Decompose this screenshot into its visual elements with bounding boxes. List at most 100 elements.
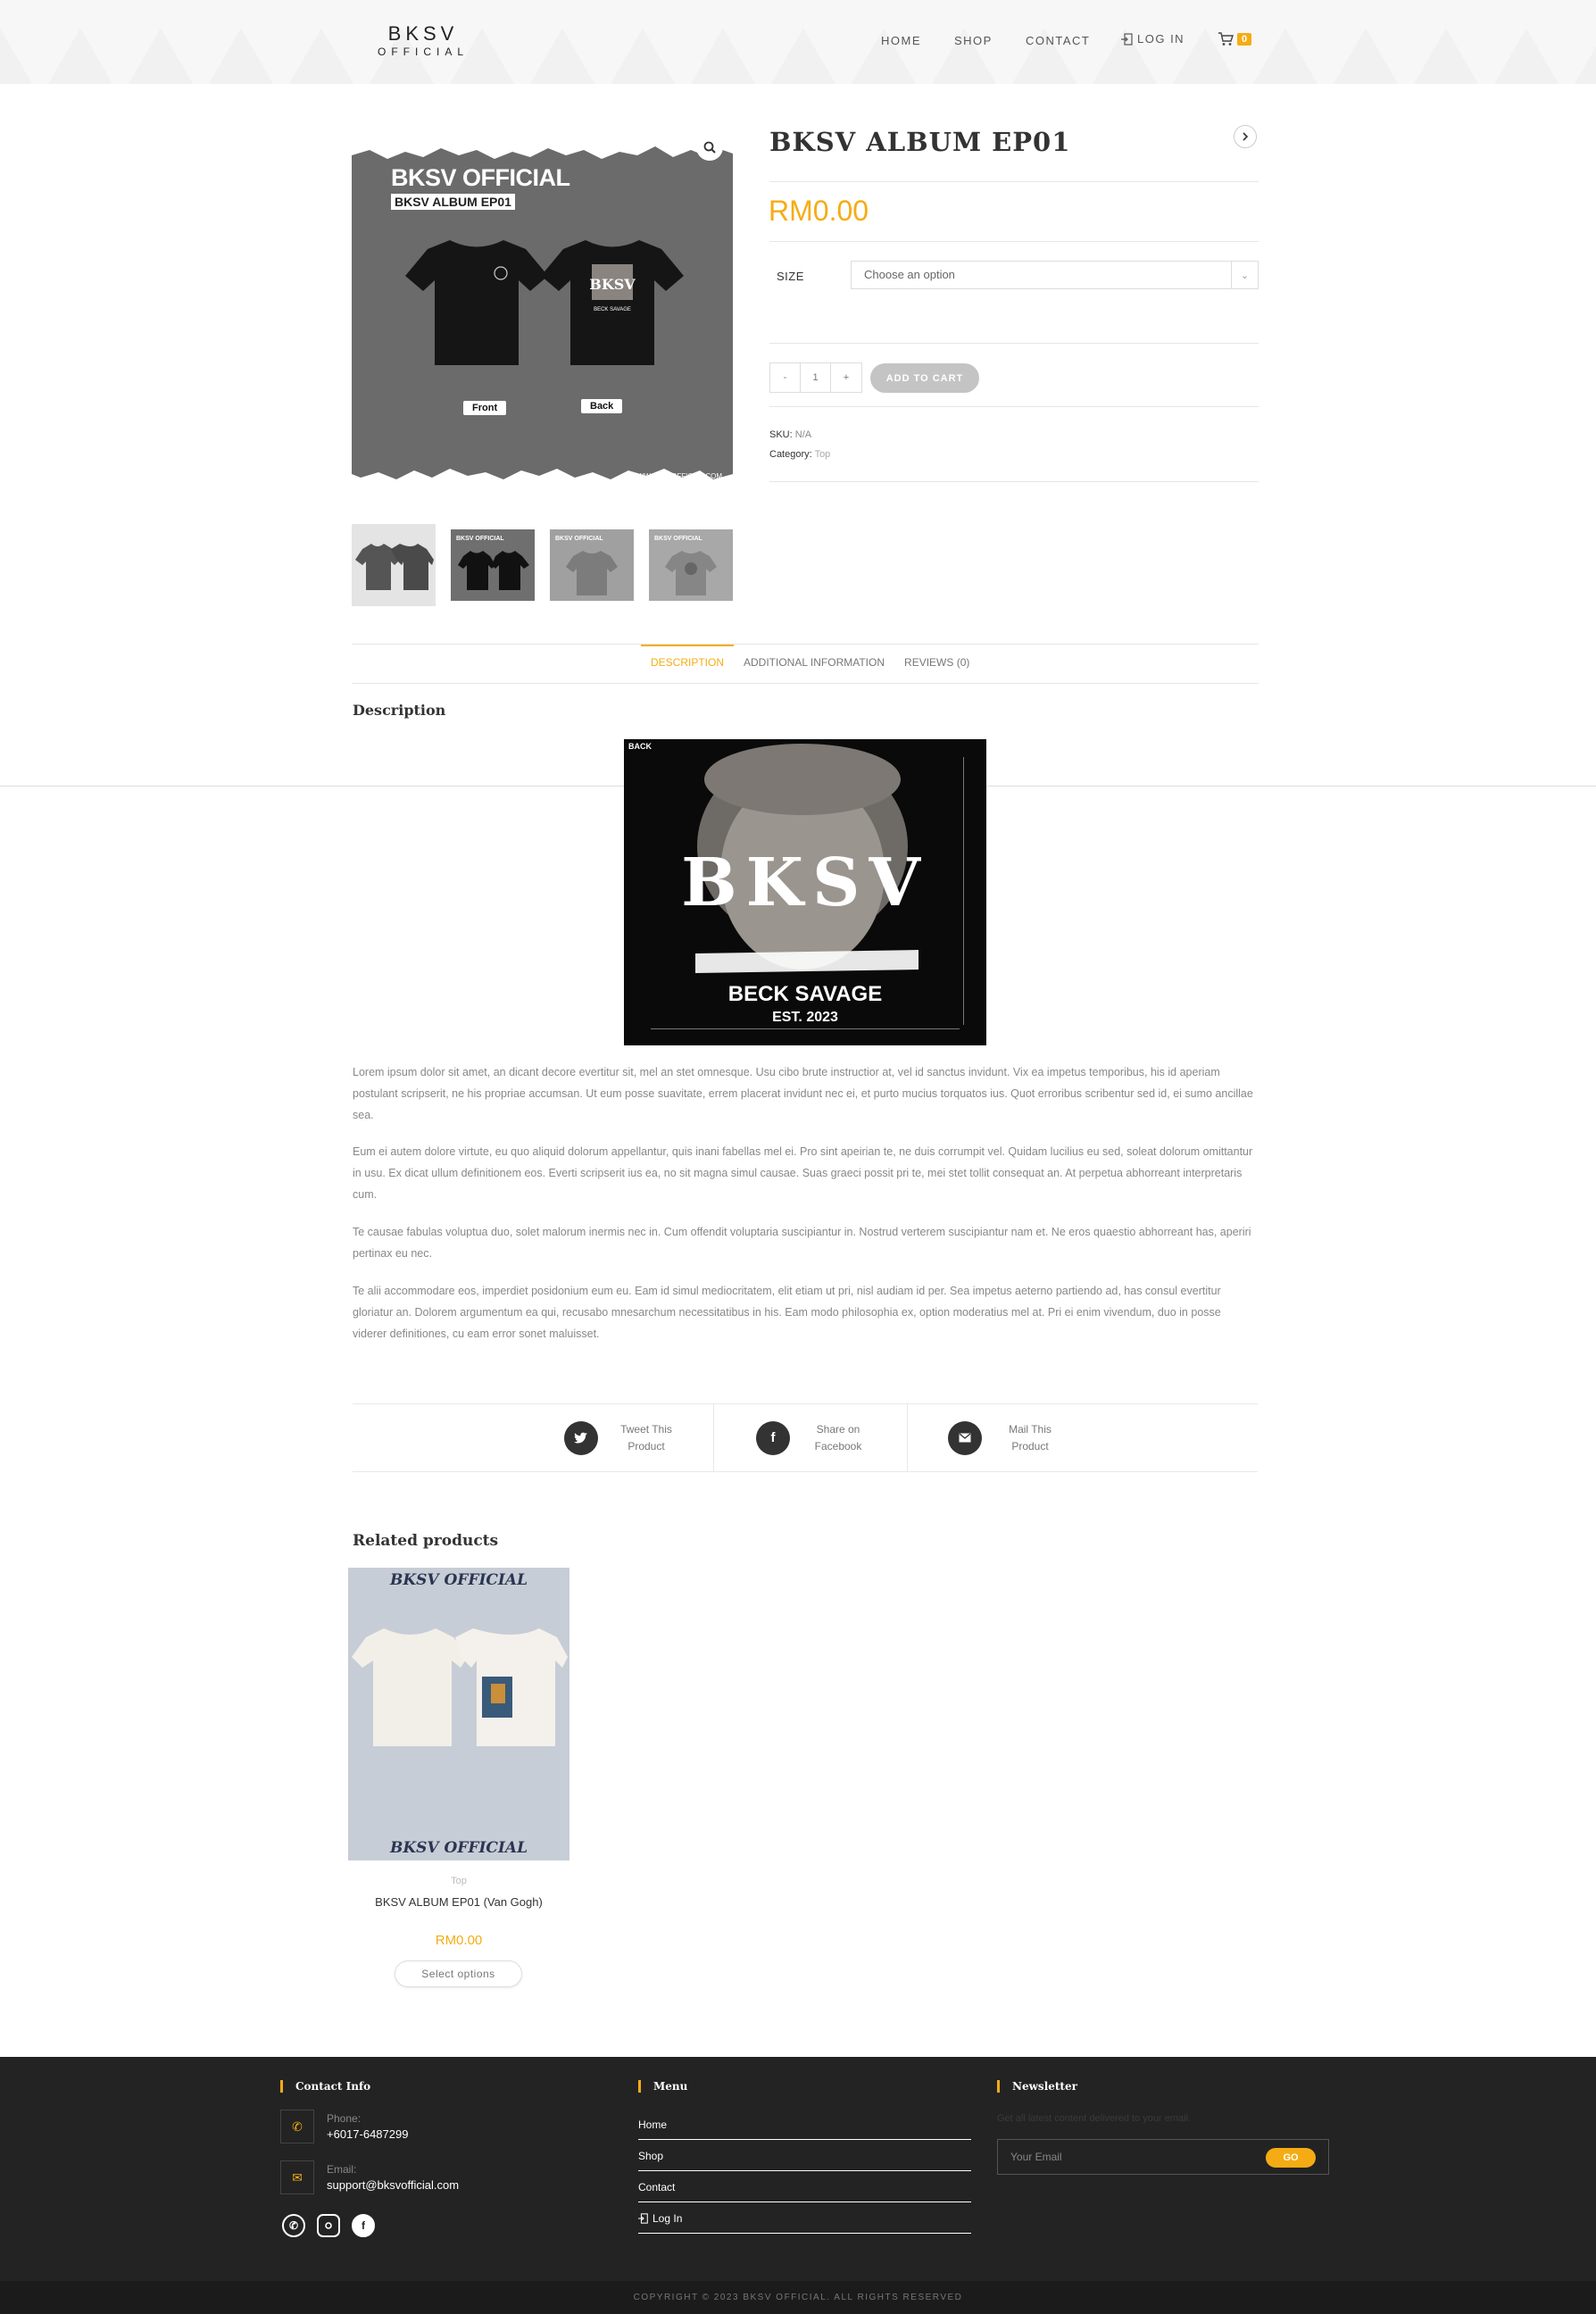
cart-button[interactable]: 0 — [1218, 32, 1252, 46]
qty-input[interactable]: 1 — [801, 363, 831, 392]
torn-paper-bottom — [352, 469, 733, 505]
gallery-thumbnail-3[interactable]: BKSV OFFICIAL — [550, 524, 634, 606]
gallery-thumbnail-2[interactable]: BKSV OFFICIAL — [451, 524, 535, 606]
share-twitter-line1: Tweet This — [620, 1422, 672, 1436]
chevron-right-icon — [1243, 132, 1249, 141]
zoom-button[interactable] — [696, 134, 723, 161]
product-main-image[interactable]: BKSV OFFICIAL BKSV ALBUM EP01 BKSV BECK S… — [352, 129, 733, 505]
facebook-icon: f — [756, 1420, 790, 1455]
whatsapp-icon[interactable]: ✆ — [282, 2214, 305, 2237]
site-logo[interactable]: BKSV OFFICIAL — [370, 23, 477, 59]
footer-email: ✉ Email: support@bksvofficial.com — [280, 2160, 459, 2194]
tshirt-front-graphic — [405, 240, 548, 365]
select-options-button[interactable]: Select options — [395, 1960, 522, 1987]
description-paragraph: Te causae fabulas voluptua duo, solet ma… — [353, 1226, 1251, 1260]
newsletter-go-button[interactable]: GO — [1266, 2148, 1316, 2168]
size-label: SIZE — [777, 270, 804, 283]
phone-value[interactable]: +6017-6487299 — [327, 2127, 408, 2142]
footer-menu-shop[interactable]: Shop — [638, 2141, 971, 2171]
sku-label: SKU: — [769, 429, 793, 440]
footer-menu-title: Menu — [638, 2080, 687, 2093]
copyright-bar: COPYRIGHT © 2023 BKSV OFFICIAL. ALL RIGH… — [0, 2281, 1596, 2314]
tab-additional-information[interactable]: ADDITIONAL INFORMATION — [734, 645, 894, 684]
tab-reviews[interactable]: REVIEWS (0) — [894, 645, 979, 684]
footer-menu-contact[interactable]: Contact — [638, 2172, 971, 2202]
svg-text:BKSV: BKSV — [589, 276, 636, 293]
divider — [769, 406, 1259, 407]
nav-shop[interactable]: SHOP — [954, 34, 993, 47]
related-product-price: RM0.00 — [435, 1933, 483, 1948]
share-twitter-line2: Product — [628, 1439, 665, 1452]
share-divider — [713, 1404, 714, 1471]
email-value[interactable]: support@bksvofficial.com — [327, 2177, 459, 2193]
qty-plus-button[interactable]: + — [831, 363, 861, 392]
image-subtitle: BKSV ALBUM EP01 — [391, 194, 515, 210]
related-product-name[interactable]: BKSV ALBUM EP01 (Van Gogh) — [348, 1895, 569, 1909]
description-paragraph: Lorem ipsum dolor sit amet, an dicant de… — [353, 1066, 1253, 1121]
phone-label: Phone: — [327, 2112, 362, 2125]
bksv-graphic-text: BKSV — [681, 845, 929, 921]
divider — [769, 181, 1259, 182]
share-divider — [907, 1404, 908, 1471]
facebook-icon[interactable]: f — [352, 2214, 375, 2237]
footer-menu-login[interactable]: Log In — [638, 2203, 971, 2234]
share-mail-line2: Product — [1011, 1439, 1049, 1452]
related-product-category[interactable]: Top — [348, 1876, 569, 1886]
tshirt-back-graphic: BKSV BECK SAVAGE — [541, 240, 684, 365]
description-heading: Description — [353, 702, 446, 719]
image-url-text: WWW.BKSVOFFICIAL.COM — [630, 472, 722, 480]
divider — [769, 241, 1259, 242]
nav-contact[interactable]: CONTACT — [1026, 34, 1090, 47]
size-select-value: Choose an option — [864, 268, 955, 281]
share-facebook-line1: Share on — [816, 1422, 860, 1436]
add-to-cart-button[interactable]: ADD TO CART — [870, 363, 979, 393]
newsletter-form: Your Email GO — [997, 2139, 1329, 2175]
category-link[interactable]: Top — [815, 449, 831, 460]
login-icon — [1121, 32, 1133, 46]
newsletter-hint: Get all latest content delivered to your… — [997, 2113, 1192, 2124]
nav-login[interactable]: LOG IN — [1121, 32, 1185, 46]
login-icon — [638, 2213, 648, 2224]
svg-text:BKSV OFFICIAL: BKSV OFFICIAL — [555, 536, 603, 542]
description-paragraph: Eum ei autem dolore virtute, eu quo aliq… — [353, 1145, 1253, 1201]
footer-menu-home[interactable]: Home — [638, 2110, 971, 2140]
logo-top-text: BKSV — [387, 22, 459, 45]
torn-paper-top — [352, 129, 733, 159]
qty-minus-button[interactable]: - — [770, 363, 801, 392]
svg-text:BECK SAVAGE: BECK SAVAGE — [594, 307, 631, 312]
instagram-icon[interactable] — [317, 2214, 340, 2237]
sku-value: N/A — [794, 429, 812, 440]
magnifier-icon — [703, 141, 716, 154]
size-select[interactable]: Choose an option ⌄ — [851, 261, 1259, 289]
next-product-button[interactable] — [1234, 125, 1257, 148]
tab-description[interactable]: DESCRIPTION — [641, 645, 735, 684]
quantity-stepper: - 1 + — [769, 362, 862, 393]
footer-menu-login-label: Log In — [653, 2212, 683, 2225]
cart-icon — [1218, 32, 1234, 46]
gallery-thumbnail-4[interactable]: BKSV OFFICIAL — [649, 524, 733, 606]
related-products-heading: Related products — [353, 1532, 499, 1550]
newsletter-email-input[interactable]: Your Email — [1010, 2151, 1062, 2163]
share-bar: Tweet This Product f Share on Facebook M… — [353, 1403, 1258, 1472]
share-twitter-label: Tweet This Product — [611, 1421, 682, 1455]
description-image: BACK BKSV BECK SAVAGE EST. 2023 — [624, 739, 986, 1045]
share-facebook-label: Share on Facebook — [802, 1421, 874, 1455]
cart-count-badge: 0 — [1237, 33, 1252, 46]
share-mail-line1: Mail This — [1009, 1422, 1052, 1436]
chevron-down-icon: ⌄ — [1231, 262, 1258, 288]
twitter-icon — [564, 1420, 598, 1455]
share-twitter[interactable]: Tweet This Product — [564, 1404, 682, 1471]
share-facebook[interactable]: f Share on Facebook — [756, 1404, 874, 1471]
phone-icon: ✆ — [280, 2110, 314, 2143]
nav-home[interactable]: HOME — [881, 34, 921, 47]
footer-newsletter-title: Newsletter — [997, 2080, 1077, 2093]
share-mail[interactable]: Mail This Product — [948, 1404, 1066, 1471]
related-product-image[interactable]: BKSV OFFICIAL BKSV OFFICIAL — [348, 1568, 569, 1860]
gallery-thumbnail-1[interactable] — [352, 524, 436, 606]
beck-savage-text: BECK SAVAGE — [727, 982, 883, 1006]
product-price: RM0.00 — [769, 195, 869, 227]
svg-text:BKSV OFFICIAL: BKSV OFFICIAL — [654, 536, 702, 542]
footer-phone: ✆ Phone: +6017-6487299 — [280, 2110, 408, 2143]
back-label: Back — [581, 399, 623, 413]
svg-text:BKSV OFFICIAL: BKSV OFFICIAL — [456, 536, 504, 542]
